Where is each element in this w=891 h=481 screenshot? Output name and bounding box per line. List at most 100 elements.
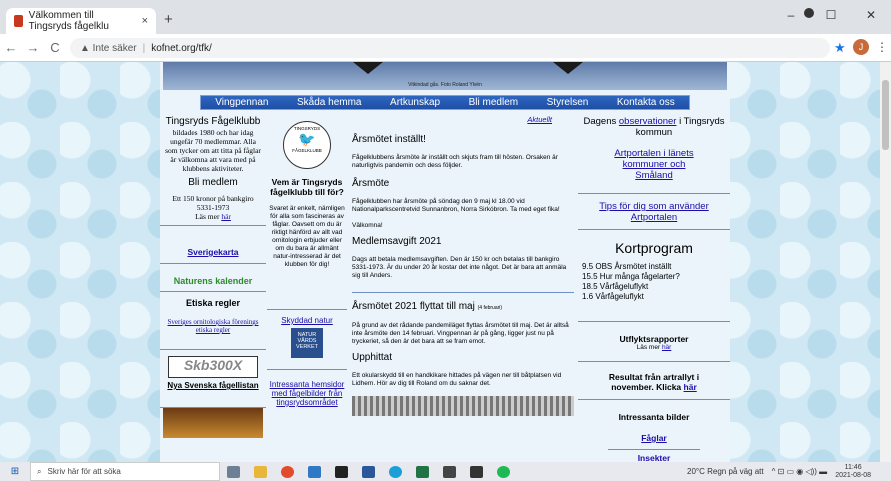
minimize-button[interactable]: – (771, 8, 811, 22)
store-icon[interactable] (335, 465, 348, 478)
excel-icon[interactable] (416, 465, 429, 478)
weather-text[interactable]: 20°C Regn på väg att (687, 467, 764, 476)
clock-time: 11:46 (844, 463, 862, 471)
etiska-link[interactable]: Sveriges ornitologiska förenings etiska … (160, 318, 266, 334)
favicon-icon (14, 15, 23, 27)
news-image (352, 396, 574, 416)
faglar-link[interactable]: Fåglar (578, 433, 730, 443)
bilder-box: Intressanta bilder Fåglar Insekter (578, 400, 730, 462)
tips-link[interactable]: Tips för dig som använder Artportalen (586, 201, 722, 223)
sverigekarta-link[interactable]: Sverigekarta (187, 247, 238, 257)
browser-tab-bar: Välkommen till Tingsryds fågelklu × + – … (0, 0, 891, 34)
aktuellt-link[interactable]: Aktuellt (352, 116, 574, 124)
second-column: TINGSRYDS 🐦 FÅGELKLUBB Vem är Tingsryds … (267, 114, 347, 462)
kortprogram-box: Kortprogram 9.5 OBS Årsmötet inställt 15… (578, 230, 730, 322)
edge-icon[interactable] (389, 465, 402, 478)
intressanta-hemsidor-link[interactable]: Intressanta hemsidor med fågelbilder frå… (267, 380, 347, 407)
read-more-text: Läs mer (195, 212, 220, 221)
tray-icons[interactable]: ^ ⊡ ▭ ◉ ◁)) ▬ (772, 467, 828, 476)
logo-text-bottom: FÅGELKLUBB (292, 148, 322, 153)
file-explorer-icon[interactable] (254, 465, 267, 478)
naturvardsverket-logo[interactable]: NATUR VÅRDS VERKET (291, 328, 323, 358)
kortprogram-item: 1.6 Vårfågeluflykt (582, 292, 644, 301)
news-text-2: Fågelklubben har årsmöte på söndag den 9… (352, 198, 560, 213)
banner-image: Vitkindad gås. Foto Roland Ylvén (163, 62, 727, 90)
etiska-heading: Etiska regler (185, 298, 241, 308)
utflykt-link[interactable]: här (662, 344, 671, 351)
news-text-1: Fågelklubbens årsmöte är inställt och sk… (352, 154, 558, 169)
divider (352, 292, 574, 293)
insekter-link[interactable]: Insekter (578, 453, 730, 462)
separator: | (142, 42, 146, 54)
utflykt-heading: Utflyktsrapporter (619, 334, 689, 344)
kortprogram-heading: Kortprogram (615, 240, 693, 256)
member-text: Ett 150 kronor på bankgiro 5331-1973 (172, 194, 254, 212)
word-icon[interactable] (362, 465, 375, 478)
nav-styrelsen[interactable]: Styrelsen (547, 97, 589, 108)
club-logo: TINGSRYDS 🐦 FÅGELKLUBB (283, 121, 331, 169)
obs-link[interactable]: observationer (619, 116, 677, 127)
site-nav: Vingpennan Skåda hemma Artkunskap Bli me… (200, 95, 690, 110)
security-indicator[interactable]: ▲ Inte säker (80, 43, 137, 54)
who-box: TINGSRYDS 🐦 FÅGELKLUBB Vem är Tingsryds … (267, 114, 347, 310)
intressanta-hemsidor-box: Intressanta hemsidor med fågelbilder frå… (267, 370, 347, 430)
taskbar-search[interactable]: ⌕ Skriv här för att söka (30, 462, 220, 481)
page-viewport: Vitkindad gås. Foto Roland Ylvén Vingpen… (0, 62, 880, 462)
skyddad-natur-box: Skyddad natur NATUR VÅRDS VERKET (267, 310, 347, 370)
skb-logo[interactable]: Skb300X (168, 356, 258, 378)
skyddad-natur-link[interactable]: Skyddad natur (267, 316, 347, 325)
clock-date: 2021-08-08 (835, 471, 871, 479)
start-icon[interactable]: ⊞ (0, 466, 30, 477)
artportalen-link[interactable]: Artportalen i länets kommuner och Smålan… (582, 148, 726, 181)
bookmark-star-icon[interactable]: ★ (834, 40, 846, 56)
scrollbar-thumb[interactable] (882, 80, 889, 150)
bird-shape (353, 62, 383, 74)
who-text: Svaret är enkelt, nämligen för alla som … (269, 205, 345, 268)
utflykt-box: Utflyktsrapporter Läs mer här (578, 322, 730, 362)
news-heading-4-date: (4 februari) (477, 305, 503, 311)
app-icon[interactable] (470, 465, 483, 478)
window-close-button[interactable]: ✕ (851, 8, 891, 22)
url-text[interactable]: kofnet.org/tfk/ (151, 43, 212, 54)
task-view-icon[interactable] (227, 465, 240, 478)
window-controls: – ☐ ✕ (771, 0, 891, 30)
new-tab-button[interactable]: + (164, 11, 173, 28)
profile-avatar[interactable]: J (853, 39, 869, 55)
naturens-kalender-link[interactable]: Naturens kalender (174, 276, 253, 286)
nav-artkunskap[interactable]: Artkunskap (390, 97, 440, 108)
who-heading: Vem är Tingsryds fågelklubb till för? (270, 177, 344, 197)
club-title: Tingsryds Fågelklubb (165, 116, 261, 127)
nya-svenska-link[interactable]: Nya Svenska fågellistan (160, 381, 266, 390)
tab-close-icon[interactable]: × (142, 15, 148, 27)
nav-vingpennan[interactable]: Vingpennan (215, 97, 268, 108)
read-more-link[interactable]: här (221, 212, 231, 221)
nav-bli-medlem[interactable]: Bli medlem (469, 97, 518, 108)
footer-image[interactable] (163, 408, 263, 438)
outlook-icon[interactable] (308, 465, 321, 478)
forward-icon[interactable]: → (22, 40, 44, 55)
spotify-icon[interactable] (497, 465, 510, 478)
browser-tab[interactable]: Välkommen till Tingsryds fågelklu × (6, 8, 156, 34)
news-heading-3: Medlemsavgift 2021 (352, 236, 442, 247)
right-column: Dagens observationer i Tingsryds kommun … (578, 114, 730, 462)
reload-icon[interactable]: C (44, 40, 66, 55)
banner-caption: Vitkindad gås. Foto Roland Ylvén (408, 82, 482, 88)
nav-kontakta-oss[interactable]: Kontakta oss (617, 97, 675, 108)
bilder-heading: Intressanta bilder (618, 412, 690, 422)
omnibox[interactable]: ▲ Inte säker | kofnet.org/tfk/ (70, 38, 830, 58)
resultat-link[interactable]: här (684, 382, 697, 392)
kortprogram-item: 9.5 OBS Årsmötet inställt (582, 262, 672, 271)
clock[interactable]: 11:46 2021-08-08 (835, 464, 871, 480)
chrome-icon[interactable] (281, 465, 294, 478)
utflykt-text: Läs mer (636, 344, 661, 351)
tips-box: Tips för dig som använder Artportalen (578, 194, 730, 230)
news-text-4: På grund av det rådande pandemiläget fly… (352, 322, 569, 345)
app-icon[interactable] (443, 465, 456, 478)
windows-taskbar: ⊞ ⌕ Skriv här för att söka 20°C Regn på … (0, 462, 891, 481)
back-icon[interactable]: ← (0, 40, 22, 55)
maximize-button[interactable]: ☐ (811, 8, 851, 22)
news-heading-1: Årsmötet inställt! (352, 134, 426, 145)
news-text-3: Dags att betala medlemsavgiften. Den är … (352, 256, 567, 279)
browser-menu-icon[interactable]: ⋮ (876, 40, 888, 54)
nav-skada-hemma[interactable]: Skåda hemma (297, 97, 361, 108)
